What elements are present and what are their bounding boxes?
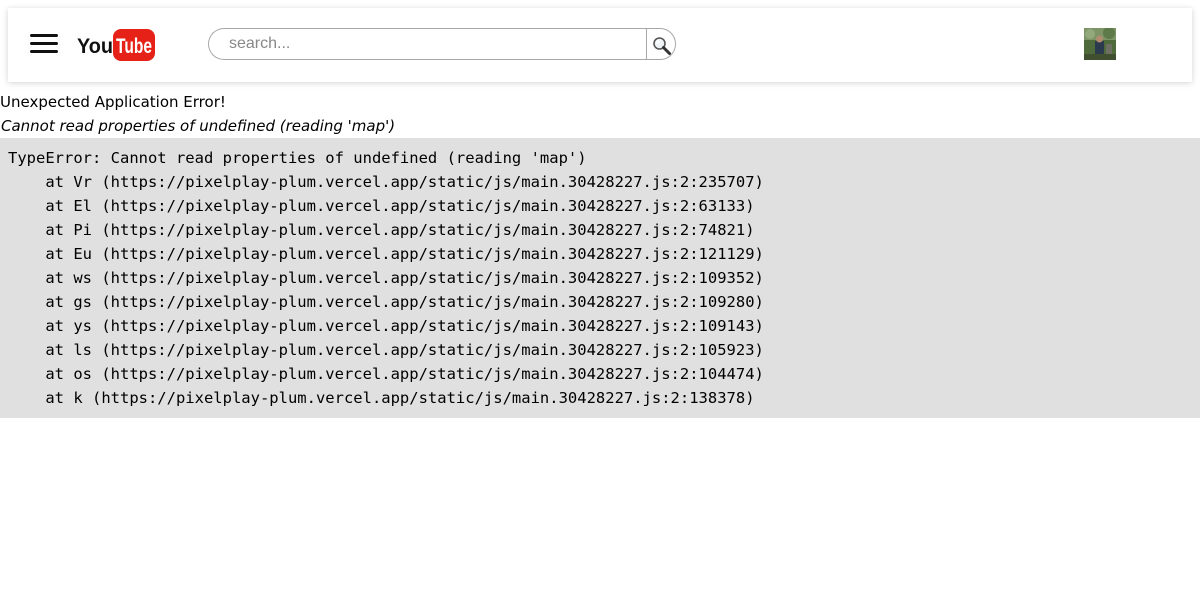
avatar-photo-icon bbox=[1084, 28, 1116, 60]
error-title: Unexpected Application Error! bbox=[0, 93, 226, 111]
stack-line: at ws (https://pixelplay-plum.vercel.app… bbox=[8, 269, 764, 287]
stack-line: at os (https://pixelplay-plum.vercel.app… bbox=[8, 365, 764, 383]
logo-tube-text: Tube bbox=[116, 35, 152, 58]
stack-line: at ls (https://pixelplay-plum.vercel.app… bbox=[8, 341, 764, 359]
search-button[interactable] bbox=[646, 28, 676, 60]
stack-line: TypeError: Cannot read properties of und… bbox=[8, 149, 587, 167]
stack-line: at Vr (https://pixelplay-plum.vercel.app… bbox=[8, 173, 764, 191]
hamburger-menu-icon[interactable] bbox=[30, 32, 58, 56]
error-message: Cannot read properties of undefined (rea… bbox=[1, 117, 396, 135]
user-avatar[interactable] bbox=[1084, 28, 1116, 60]
error-stack-trace: TypeError: Cannot read properties of und… bbox=[0, 138, 1200, 418]
stack-line: at k (https://pixelplay-plum.vercel.app/… bbox=[8, 389, 755, 407]
youtube-logo[interactable]: You Tube bbox=[76, 28, 156, 62]
stack-line: at Pi (https://pixelplay-plum.vercel.app… bbox=[8, 221, 755, 239]
stack-line: at Eu (https://pixelplay-plum.vercel.app… bbox=[8, 245, 764, 263]
stack-line: at El (https://pixelplay-plum.vercel.app… bbox=[8, 197, 755, 215]
stack-line: at ys (https://pixelplay-plum.vercel.app… bbox=[8, 317, 764, 335]
search-input[interactable] bbox=[208, 28, 646, 60]
magnifier-icon bbox=[653, 37, 671, 55]
top-navbar: You Tube bbox=[8, 8, 1192, 82]
stack-line: at gs (https://pixelplay-plum.vercel.app… bbox=[8, 293, 764, 311]
logo-you-text: You bbox=[77, 35, 113, 58]
